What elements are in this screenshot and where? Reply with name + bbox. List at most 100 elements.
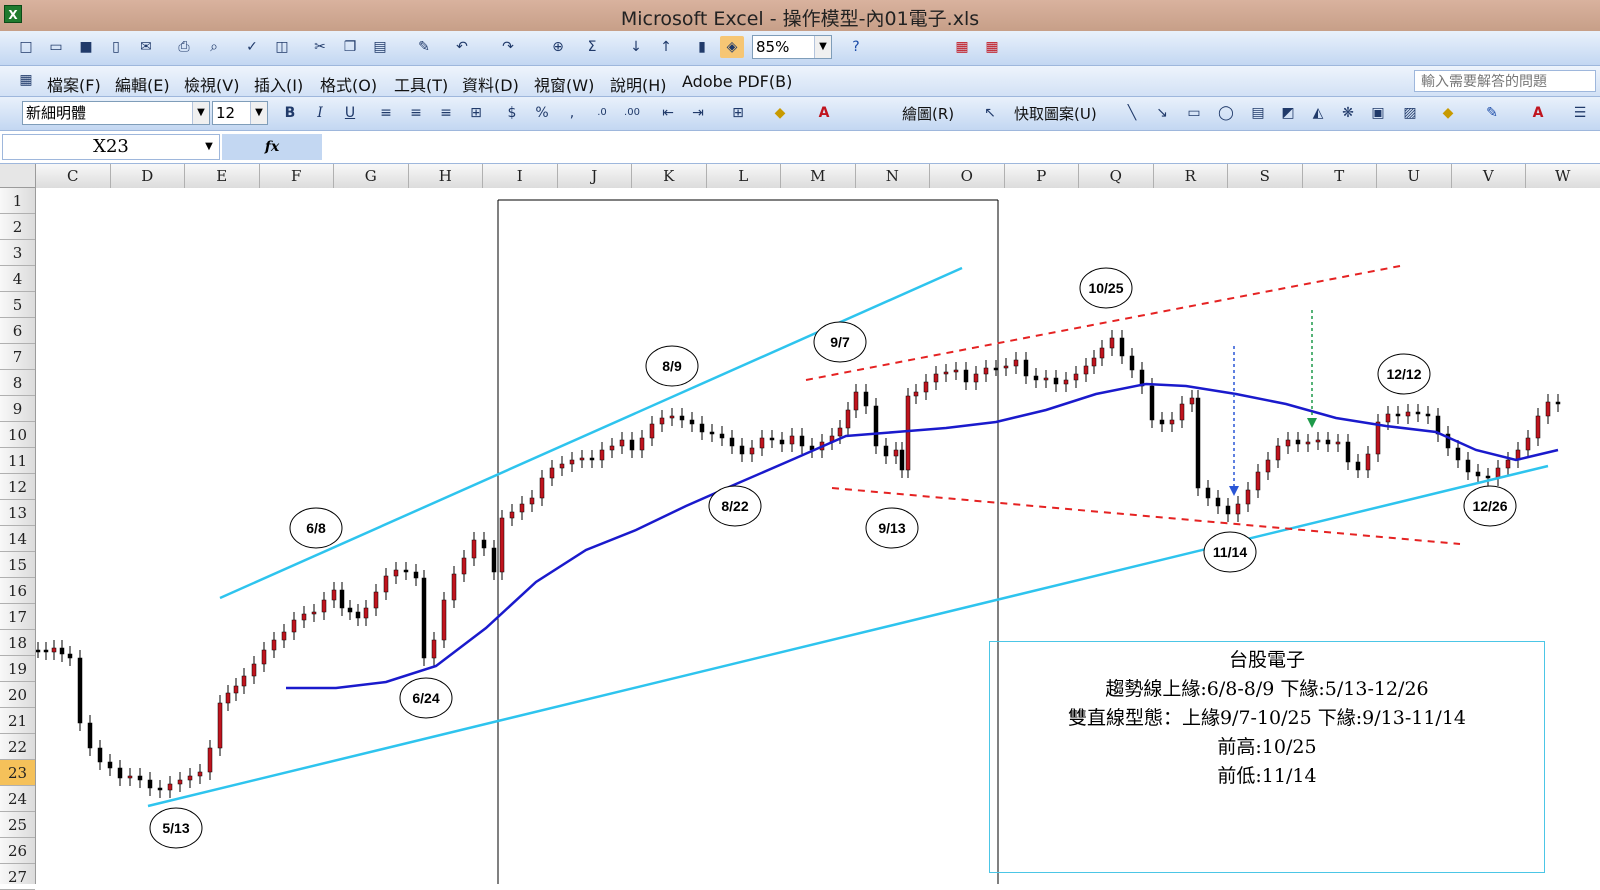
row-header-5[interactable]: 5	[0, 292, 35, 318]
column-header-L[interactable]: L	[707, 164, 781, 188]
menu-tools[interactable]: 工具(T)	[394, 72, 448, 96]
row-header-15[interactable]: 15	[0, 552, 35, 578]
shape-fill-icon[interactable]: ◆	[1436, 102, 1460, 124]
column-header-K[interactable]: K	[632, 164, 707, 188]
decrease-decimal-icon[interactable]: .00	[620, 102, 644, 124]
column-header-G[interactable]: G	[334, 164, 409, 188]
redo-icon[interactable]: ↷	[496, 36, 520, 58]
print-preview-icon[interactable]: ⌕	[202, 36, 226, 58]
align-center-icon[interactable]: ≡	[404, 102, 428, 124]
worksheet[interactable]: 5/13 6/8 6/24 8/9 8/22 9/7 9/13 10/25 11/14 12/12…	[36, 188, 1600, 884]
help-question-input[interactable]: 輸入需要解答的問題	[1414, 70, 1596, 92]
comma-icon[interactable]: ,	[560, 102, 584, 124]
chevron-down-icon[interactable]: ▼	[199, 135, 219, 159]
column-header-U[interactable]: U	[1377, 164, 1452, 188]
row-header-22[interactable]: 22	[0, 734, 35, 760]
diagram-icon[interactable]: ◭	[1306, 102, 1330, 124]
bold-icon[interactable]: B	[278, 102, 302, 124]
autosum-icon[interactable]: Σ	[580, 36, 604, 58]
row-header-27[interactable]: 27	[0, 864, 35, 890]
row-header-13[interactable]: 13	[0, 500, 35, 526]
column-header-N[interactable]: N	[856, 164, 930, 188]
row-header-3[interactable]: 3	[0, 240, 35, 266]
row-header-17[interactable]: 17	[0, 604, 35, 630]
name-box[interactable]: X23 ▼	[2, 134, 220, 160]
row-header-11[interactable]: 11	[0, 448, 35, 474]
drawing-toggle-icon[interactable]: ◈	[720, 36, 744, 58]
borders-icon[interactable]: ⊞	[726, 102, 750, 124]
row-header-2[interactable]: 2	[0, 214, 35, 240]
column-header-V[interactable]: V	[1452, 164, 1526, 188]
fill-color-icon[interactable]: ◆	[768, 102, 792, 124]
row-header-26[interactable]: 26	[0, 838, 35, 864]
row-header-7[interactable]: 7	[0, 344, 35, 370]
save-icon[interactable]: ■	[74, 36, 98, 58]
row-header-25[interactable]: 25	[0, 812, 35, 838]
open-icon[interactable]: ▭	[44, 36, 68, 58]
increase-decimal-icon[interactable]: .0	[590, 102, 614, 124]
row-header-6[interactable]: 6	[0, 318, 35, 344]
row-header-14[interactable]: 14	[0, 526, 35, 552]
row-header-10[interactable]: 10	[0, 422, 35, 448]
column-header-I[interactable]: I	[483, 164, 558, 188]
column-header-H[interactable]: H	[409, 164, 483, 188]
menu-view[interactable]: 檢視(V)	[184, 72, 239, 96]
column-header-F[interactable]: F	[260, 164, 334, 188]
row-header-23[interactable]: 23	[0, 760, 35, 786]
menu-file[interactable]: 檔案(F)	[47, 72, 101, 96]
chevron-down-icon[interactable]: ▼	[250, 102, 267, 124]
format-painter-icon[interactable]: ✎	[412, 36, 436, 58]
print-icon[interactable]: ⎙	[172, 36, 196, 58]
pdf-convert-icon[interactable]: ▦	[950, 36, 974, 58]
sort-ascending-icon[interactable]: ↓	[624, 36, 648, 58]
menu-help[interactable]: 說明(H)	[610, 72, 667, 96]
align-right-icon[interactable]: ≡	[434, 102, 458, 124]
chevron-down-icon[interactable]: ▼	[192, 102, 209, 124]
row-header-16[interactable]: 16	[0, 578, 35, 604]
textbox-icon[interactable]: ▤	[1246, 102, 1270, 124]
column-header-S[interactable]: S	[1228, 164, 1303, 188]
help-icon[interactable]: ?	[844, 36, 868, 58]
select-objects-icon[interactable]: ↖	[978, 102, 1002, 124]
workbook-icon[interactable]: ▦	[14, 69, 38, 91]
spelling-icon[interactable]: ✓	[240, 36, 264, 58]
align-left-icon[interactable]: ≡	[374, 102, 398, 124]
row-header-19[interactable]: 19	[0, 656, 35, 682]
hyperlink-icon[interactable]: ⊕	[546, 36, 570, 58]
arrow-icon[interactable]: ↘	[1150, 102, 1174, 124]
autoshapes-menu-button[interactable]: 快取圖案(U)	[1014, 103, 1097, 124]
permission-icon[interactable]: ▯	[104, 36, 128, 58]
line-icon[interactable]: ╲	[1120, 102, 1144, 124]
column-header-Q[interactable]: Q	[1079, 164, 1154, 188]
column-header-C[interactable]: C	[36, 164, 111, 188]
select-all-corner[interactable]	[0, 164, 36, 188]
column-header-T[interactable]: T	[1303, 164, 1377, 188]
column-header-M[interactable]: M	[781, 164, 856, 188]
research-icon[interactable]: ◫	[270, 36, 294, 58]
merge-center-icon[interactable]: ⊞	[464, 102, 488, 124]
row-header-8[interactable]: 8	[0, 370, 35, 396]
row-header-12[interactable]: 12	[0, 474, 35, 500]
line-color-icon[interactable]: ✎	[1480, 102, 1504, 124]
menu-adobe-pdf[interactable]: Adobe PDF(B)	[682, 72, 792, 91]
line-style-icon[interactable]: ☰	[1568, 102, 1592, 124]
column-header-D[interactable]: D	[111, 164, 185, 188]
italic-icon[interactable]: I	[308, 102, 332, 124]
drawing-font-color-icon[interactable]: A	[1526, 102, 1550, 124]
column-header-E[interactable]: E	[185, 164, 260, 188]
wordart-icon[interactable]: ◩	[1276, 102, 1300, 124]
row-header-20[interactable]: 20	[0, 682, 35, 708]
menu-data[interactable]: 資料(D)	[462, 72, 519, 96]
insert-picture-icon[interactable]: ▨	[1398, 102, 1422, 124]
column-header-R[interactable]: R	[1154, 164, 1228, 188]
cut-icon[interactable]: ✂	[308, 36, 332, 58]
draw-menu-button[interactable]: 繪圖(R)	[902, 103, 954, 124]
row-header-1[interactable]: 1	[0, 188, 35, 214]
email-icon[interactable]: ✉	[134, 36, 158, 58]
percent-icon[interactable]: %	[530, 102, 554, 124]
row-header-9[interactable]: 9	[0, 396, 35, 422]
underline-icon[interactable]: U	[338, 102, 362, 124]
font-name-select[interactable]: 新細明體 ▼	[22, 101, 210, 125]
column-header-W[interactable]: W	[1526, 164, 1600, 188]
sort-descending-icon[interactable]: ↑	[654, 36, 678, 58]
